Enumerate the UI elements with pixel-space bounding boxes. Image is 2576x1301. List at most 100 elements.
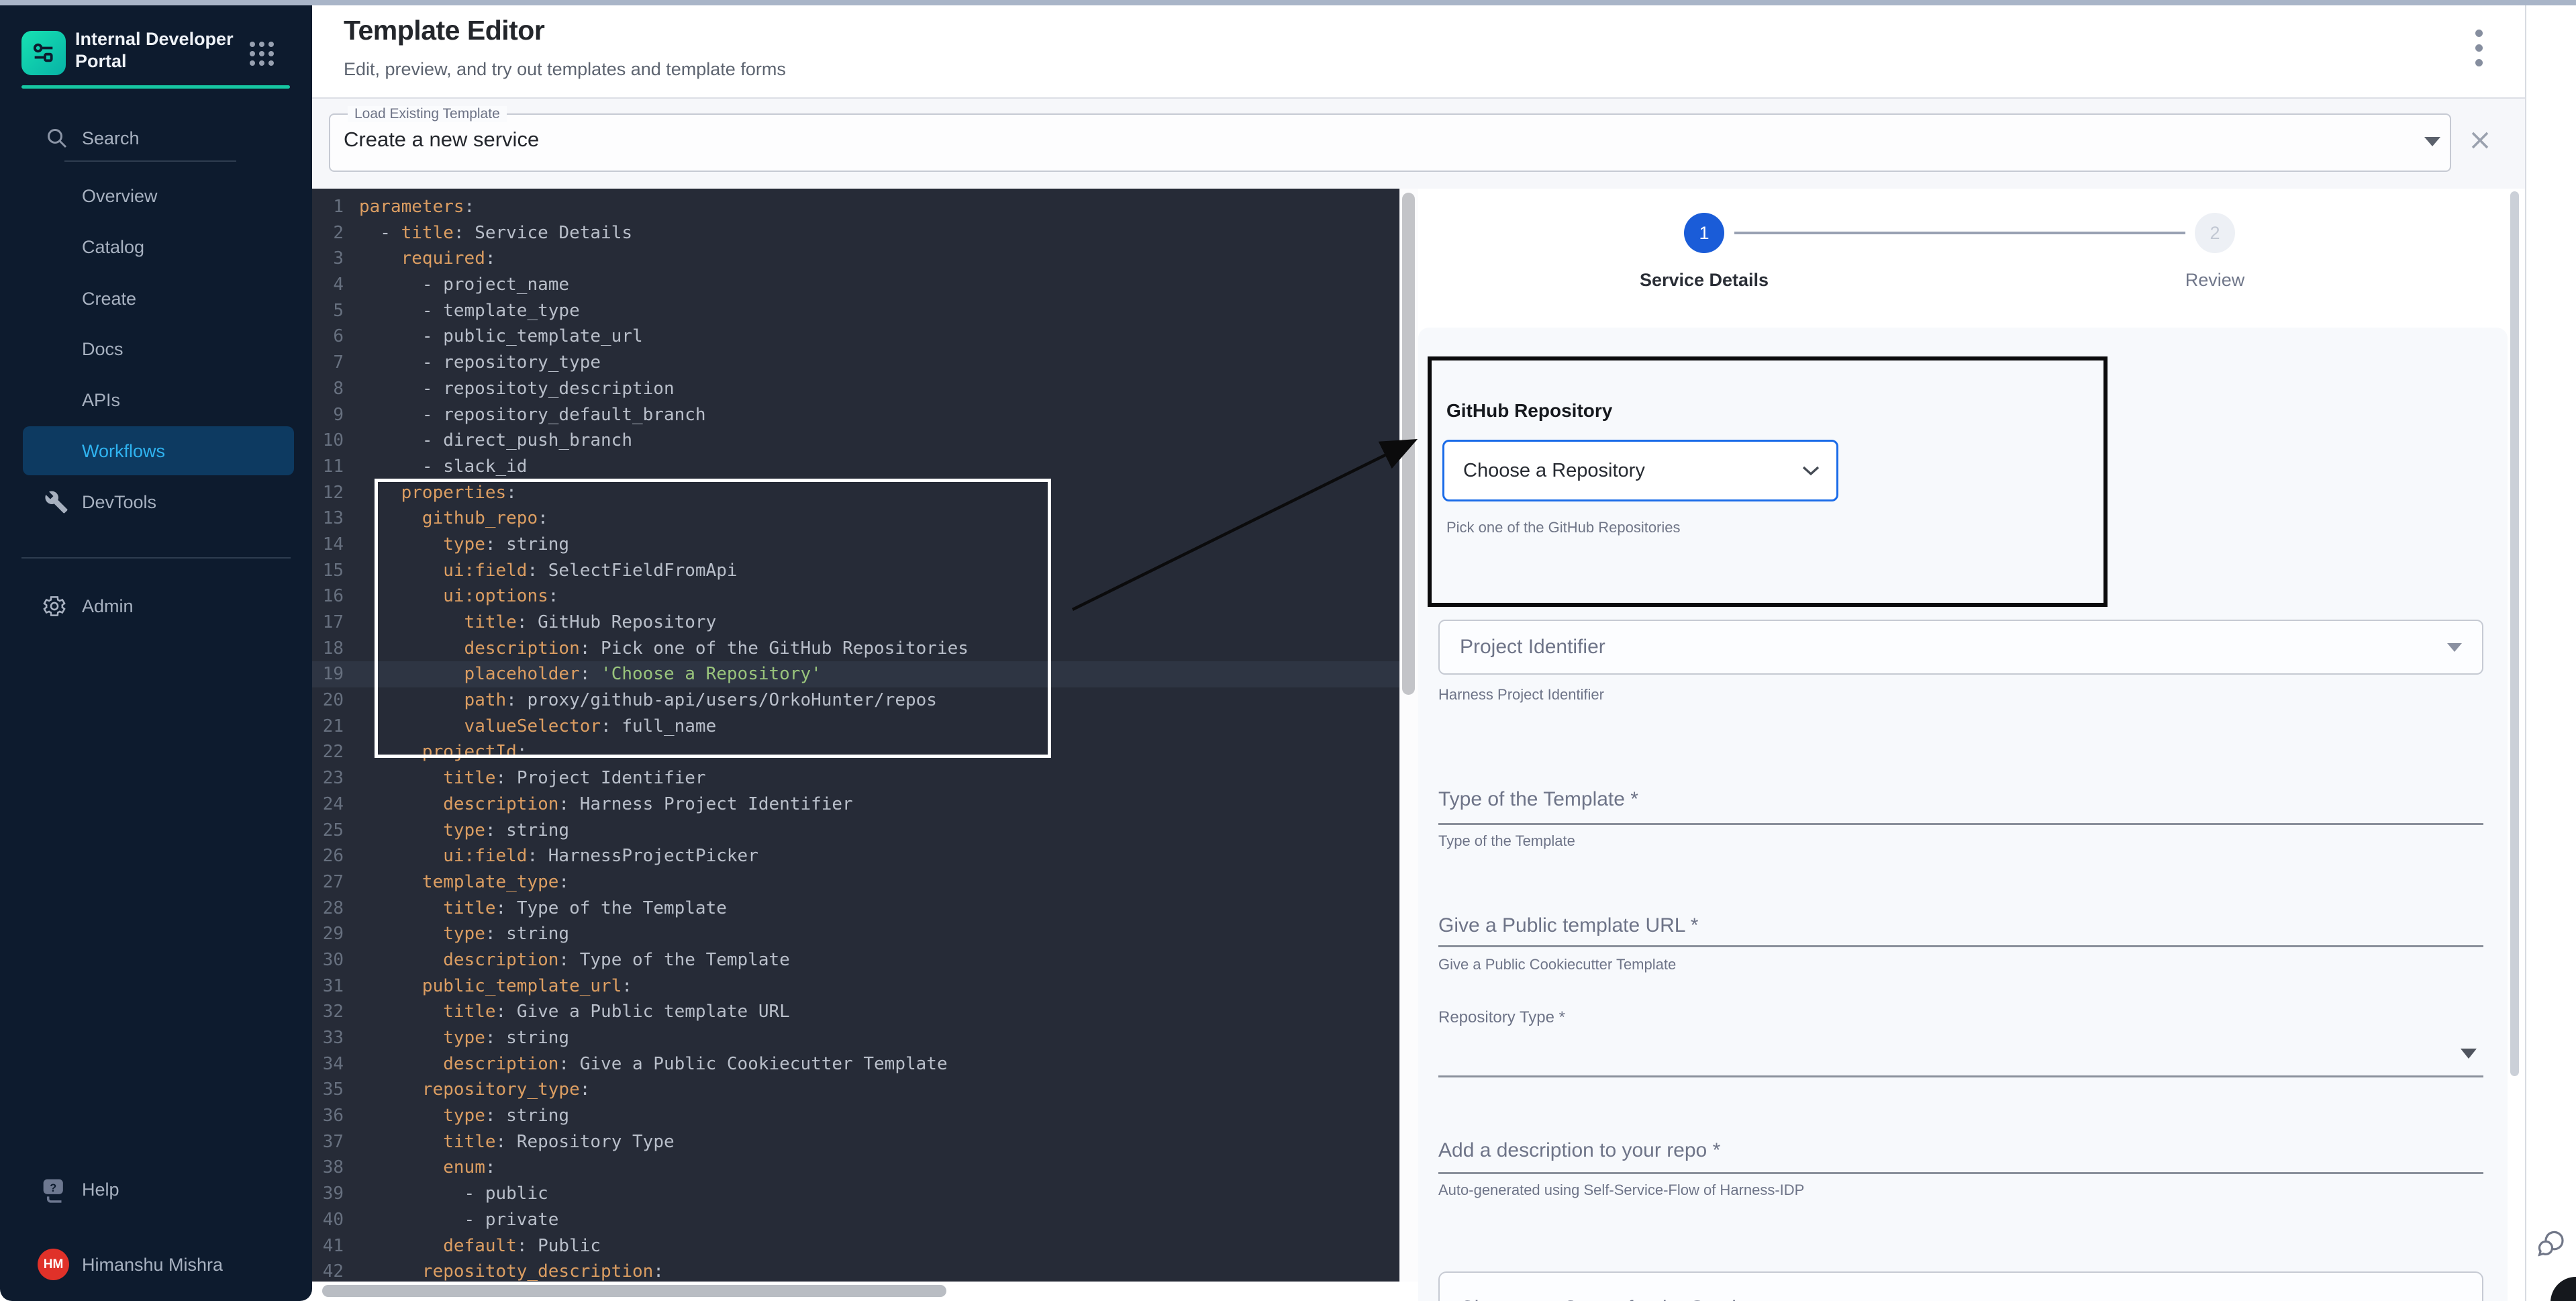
user-name[interactable]: Himanshu Mishra <box>82 1254 223 1275</box>
line-number: 10 <box>312 428 344 454</box>
sidebar-item-workflows[interactable]: Workflows <box>23 426 294 475</box>
code-line[interactable]: 36 type: string <box>312 1103 1399 1129</box>
code-line[interactable]: 28 title: Type of the Template <box>312 896 1399 922</box>
sidebar-item-overview[interactable]: Overview <box>82 185 158 207</box>
code-line[interactable]: 23 title: Project Identifier <box>312 765 1399 791</box>
code-line[interactable]: 40 - private <box>312 1207 1399 1233</box>
chevron-down-icon[interactable] <box>2424 137 2440 146</box>
code-line[interactable]: 35 repository_type: <box>312 1077 1399 1103</box>
line-number: 5 <box>312 298 344 324</box>
code-line[interactable]: 10 - direct_push_branch <box>312 428 1399 454</box>
line-number: 7 <box>312 350 344 376</box>
template-type-helper: Type of the Template <box>1438 832 1575 850</box>
code-line[interactable]: 33 type: string <box>312 1025 1399 1051</box>
code-line[interactable]: 5 - template_type <box>312 298 1399 324</box>
line-number: 23 <box>312 765 344 791</box>
line-number: 6 <box>312 324 344 350</box>
sidebar-item-admin[interactable]: Admin <box>82 595 134 617</box>
code-line[interactable]: 38 enum: <box>312 1155 1399 1181</box>
panel-scrollbar-thumb[interactable] <box>2510 191 2519 1076</box>
sidebar-item-create[interactable]: Create <box>82 288 136 309</box>
code-line[interactable]: 27 template_type: <box>312 869 1399 896</box>
page-header <box>312 5 2525 98</box>
line-number: 36 <box>312 1103 344 1129</box>
line-number: 28 <box>312 896 344 922</box>
code-line[interactable]: 42 repositoty_description: <box>312 1259 1399 1282</box>
repository-type-select[interactable] <box>1438 1075 2483 1077</box>
owner-label: Choose an Owner for the Service <box>1460 1297 1758 1301</box>
stepper-connector <box>1734 232 2185 234</box>
code-line[interactable]: 24 description: Harness Project Identifi… <box>312 791 1399 818</box>
code-line[interactable]: 7 - repository_type <box>312 350 1399 376</box>
line-number: 31 <box>312 973 344 1000</box>
code-line[interactable]: 3 required: <box>312 246 1399 272</box>
code-line[interactable]: 29 type: string <box>312 921 1399 947</box>
repo-description-label: Add a description to your repo * <box>1438 1139 1720 1162</box>
code-line[interactable]: 25 type: string <box>312 818 1399 844</box>
brand-title: Internal Developer Portal <box>75 28 256 73</box>
editor-vertical-scrollbar-thumb[interactable] <box>1402 193 1415 695</box>
line-number: 42 <box>312 1259 344 1282</box>
code-line[interactable]: 37 title: Repository Type <box>312 1129 1399 1155</box>
apps-grid-icon[interactable] <box>250 42 274 66</box>
code-line[interactable]: 30 description: Type of the Template <box>312 947 1399 973</box>
project-identifier-select[interactable]: Project Identifier <box>1438 620 2483 675</box>
code-line[interactable]: 8 - repositoty_description <box>312 376 1399 402</box>
code-line[interactable]: 4 - project_name <box>312 272 1399 298</box>
code-line[interactable]: 39 - public <box>312 1181 1399 1207</box>
load-template-value: Create a new service <box>344 128 539 152</box>
code-line[interactable]: 11 - slack_id <box>312 454 1399 480</box>
code-line[interactable]: 32 title: Give a Public template URL <box>312 999 1399 1025</box>
line-number: 40 <box>312 1207 344 1233</box>
feedback-chat-icon[interactable] <box>2532 1224 2569 1265</box>
template-type-label: Type of the Template * <box>1438 788 1638 811</box>
code-line[interactable]: 41 default: Public <box>312 1233 1399 1259</box>
load-template-select[interactable] <box>329 113 2451 172</box>
code-line[interactable]: 26 ui:field: HarnessProjectPicker <box>312 843 1399 869</box>
line-number: 19 <box>312 661 344 687</box>
stepper-step-2-number: 2 <box>2210 223 2220 244</box>
line-number: 13 <box>312 505 344 532</box>
line-number: 24 <box>312 791 344 818</box>
stepper-step-1[interactable]: 1 <box>1684 213 1724 253</box>
sidebar-item-apis[interactable]: APIs <box>82 389 120 411</box>
stepper-step-2[interactable]: 2 <box>2195 213 2235 253</box>
avatar[interactable]: HM <box>38 1249 69 1280</box>
sidebar-item-search[interactable]: Search <box>82 128 140 149</box>
line-number: 22 <box>312 739 344 765</box>
help-icon: ? <box>40 1176 68 1208</box>
sidebar-item-docs[interactable]: Docs <box>82 338 123 360</box>
search-icon <box>46 127 68 153</box>
line-number: 9 <box>312 402 344 428</box>
owner-select[interactable]: Choose an Owner for the Service <box>1438 1271 2483 1301</box>
public-template-url-helper: Give a Public Cookiecutter Template <box>1438 956 1676 973</box>
sidebar-item-devtools[interactable]: DevTools <box>82 491 156 513</box>
line-number: 11 <box>312 454 344 480</box>
code-line[interactable]: 31 public_template_url: <box>312 973 1399 1000</box>
brand-logo-icon[interactable] <box>21 31 66 75</box>
line-number: 1 <box>312 194 344 220</box>
line-number: 27 <box>312 869 344 896</box>
repository-type-label: Repository Type * <box>1438 1008 1565 1027</box>
gear-icon <box>42 593 67 622</box>
line-number: 17 <box>312 610 344 636</box>
form-annotation-rectangle <box>1428 356 2108 607</box>
kebab-menu-icon[interactable] <box>2475 30 2483 74</box>
line-number: 4 <box>312 272 344 298</box>
repo-description-input[interactable] <box>1438 1172 2483 1174</box>
template-type-input[interactable] <box>1438 823 2483 825</box>
sidebar-item-catalog[interactable]: Catalog <box>82 236 144 258</box>
sidebar-item-help[interactable]: Help <box>82 1179 119 1200</box>
line-number: 25 <box>312 818 344 844</box>
close-icon[interactable] <box>2469 129 2491 155</box>
code-line[interactable]: 9 - repository_default_branch <box>312 402 1399 428</box>
code-line[interactable]: 1parameters: <box>312 194 1399 220</box>
editor-horizontal-scrollbar-thumb[interactable] <box>322 1285 946 1297</box>
code-line[interactable]: 34 description: Give a Public Cookiecutt… <box>312 1051 1399 1077</box>
code-line[interactable]: 2 - title: Service Details <box>312 220 1399 246</box>
chevron-down-icon[interactable] <box>2461 1049 2477 1059</box>
public-template-url-input[interactable] <box>1438 945 2483 947</box>
line-number: 34 <box>312 1051 344 1077</box>
chevron-down-icon <box>2447 643 2462 652</box>
code-line[interactable]: 6 - public_template_url <box>312 324 1399 350</box>
